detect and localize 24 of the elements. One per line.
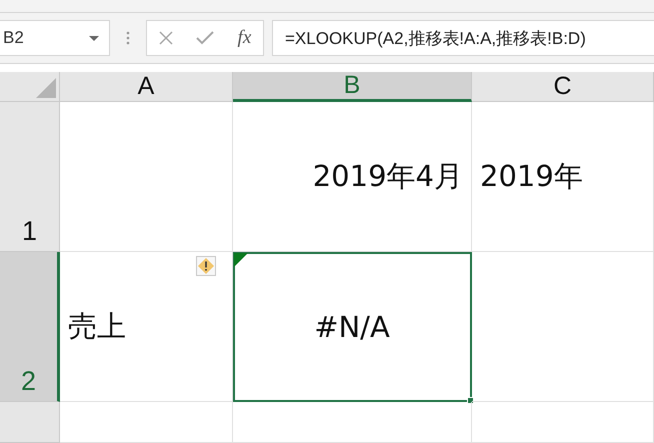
table-cell: 2019年4月 [233, 102, 472, 252]
triangle-icon [36, 78, 56, 98]
name-box[interactable]: B2 [0, 20, 110, 56]
enter-button[interactable] [196, 31, 214, 45]
formula-input[interactable]: =XLOOKUP(A2,推移表!A:A,推移表!B:D) [272, 20, 654, 56]
error-warning-button[interactable] [196, 256, 216, 276]
close-icon [158, 31, 173, 45]
table-cell: 売上 [60, 252, 233, 402]
select-all-button[interactable] [0, 72, 60, 102]
fill-handle[interactable] [467, 397, 474, 404]
row-header[interactable]: 2 [0, 252, 60, 402]
column-header[interactable]: B [233, 72, 472, 102]
active-cell: #N/A [233, 252, 472, 402]
row-header[interactable]: 1 [0, 102, 60, 252]
insert-function-button[interactable]: fx [238, 27, 252, 49]
table-cell: 2019年 [472, 102, 654, 252]
caret-icon [89, 36, 99, 40]
cancel-button[interactable] [158, 31, 173, 45]
checkmark-icon [196, 31, 214, 45]
warning-icon [198, 258, 214, 274]
column-header[interactable]: A [60, 72, 233, 102]
grip-icon [126, 30, 130, 46]
column-header[interactable]: C [472, 72, 654, 102]
row-header[interactable] [0, 402, 60, 443]
